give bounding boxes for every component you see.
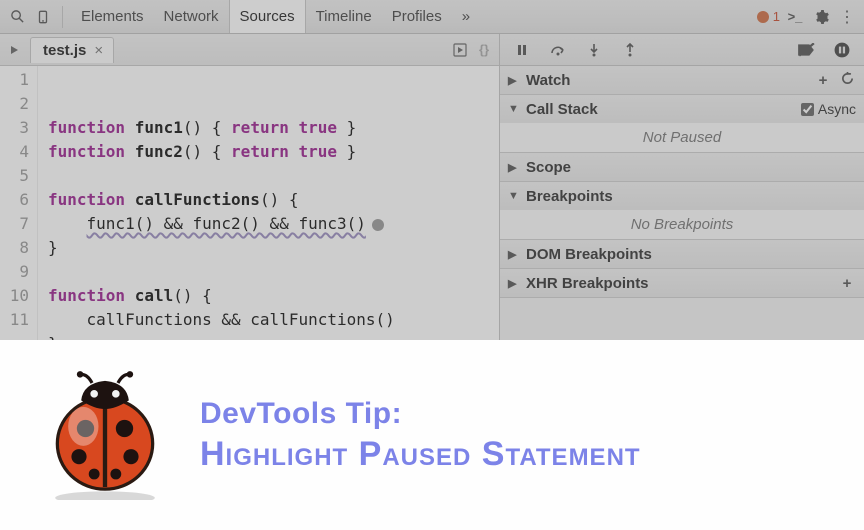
tab-profiles[interactable]: Profiles bbox=[382, 0, 452, 33]
xhr-breakpoints-header[interactable]: ▶ XHR Breakpoints + bbox=[500, 269, 864, 297]
disclosure-down-icon: ▼ bbox=[508, 103, 520, 115]
disclosure-right-icon: ▶ bbox=[508, 277, 520, 290]
watch-section: ▶ Watch + bbox=[500, 66, 864, 95]
callstack-header[interactable]: ▼ Call Stack Async bbox=[500, 95, 864, 123]
step-into-icon[interactable] bbox=[584, 40, 604, 60]
run-snippet-icon[interactable] bbox=[451, 41, 469, 59]
ladybug-icon bbox=[40, 370, 170, 500]
device-icon[interactable] bbox=[32, 6, 54, 28]
dom-breakpoints-section: ▶ DOM Breakpoints bbox=[500, 240, 864, 269]
disclosure-right-icon: ▶ bbox=[508, 161, 520, 174]
separator bbox=[62, 6, 63, 28]
banner-text: DevTools Tip: Highlight Paused Statement bbox=[200, 395, 641, 475]
code-editor[interactable]: 1234567891011 function func1() { return … bbox=[0, 66, 499, 340]
watch-title: Watch bbox=[526, 72, 570, 89]
tabs-overflow-button[interactable]: » bbox=[452, 0, 480, 33]
xhr-breakpoints-title: XHR Breakpoints bbox=[526, 275, 649, 292]
scope-title: Scope bbox=[526, 159, 571, 176]
debugger-pane: ▶ Watch + ▼ Call Stack Async bbox=[500, 34, 864, 340]
error-icon bbox=[757, 11, 769, 23]
scope-section: ▶ Scope bbox=[500, 153, 864, 182]
error-badge[interactable]: 1 bbox=[757, 9, 780, 24]
workspace: test.js × {} 1234567891011 function func… bbox=[0, 34, 864, 340]
banner-line1: DevTools Tip: bbox=[200, 395, 641, 433]
error-count: 1 bbox=[773, 9, 780, 24]
dom-breakpoints-header[interactable]: ▶ DOM Breakpoints bbox=[500, 240, 864, 268]
watch-header[interactable]: ▶ Watch + bbox=[500, 66, 864, 94]
dock-menu-icon[interactable]: ⋮ bbox=[836, 6, 858, 28]
callstack-body: Not Paused bbox=[500, 123, 864, 152]
add-watch-icon[interactable]: + bbox=[814, 72, 832, 89]
error-marker-icon bbox=[372, 219, 384, 231]
breakpoints-title: Breakpoints bbox=[526, 188, 613, 205]
file-tab-strip: test.js × {} bbox=[0, 34, 499, 66]
scope-header[interactable]: ▶ Scope bbox=[500, 153, 864, 181]
breakpoints-body: No Breakpoints bbox=[500, 210, 864, 239]
banner-line2: Highlight Paused Statement bbox=[200, 433, 641, 476]
async-checkbox[interactable] bbox=[801, 103, 814, 116]
tab-timeline[interactable]: Timeline bbox=[306, 0, 382, 33]
main-toolbar: Elements Network Sources Timeline Profil… bbox=[0, 0, 864, 34]
callstack-section: ▼ Call Stack Async Not Paused bbox=[500, 95, 864, 153]
disclosure-down-icon: ▼ bbox=[508, 190, 520, 202]
navigator-toggle-icon[interactable] bbox=[6, 41, 24, 59]
async-toggle[interactable]: Async bbox=[801, 101, 856, 117]
callstack-title: Call Stack bbox=[526, 101, 598, 118]
format-icon[interactable]: {} bbox=[475, 41, 493, 59]
file-tab-label: test.js bbox=[43, 42, 86, 59]
async-label: Async bbox=[818, 101, 856, 117]
deactivate-breakpoints-icon[interactable] bbox=[796, 40, 816, 60]
add-xhr-icon[interactable]: + bbox=[838, 275, 856, 292]
code-content: function func1() { return true } functio… bbox=[38, 66, 395, 340]
dom-breakpoints-title: DOM Breakpoints bbox=[526, 246, 652, 263]
tip-banner: DevTools Tip: Highlight Paused Statement bbox=[0, 340, 864, 530]
line-gutter: 1234567891011 bbox=[0, 66, 38, 340]
pause-on-exceptions-icon[interactable] bbox=[832, 40, 852, 60]
editor-pane: test.js × {} 1234567891011 function func… bbox=[0, 34, 500, 340]
step-over-icon[interactable] bbox=[548, 40, 568, 60]
main-tabs: Elements Network Sources Timeline Profil… bbox=[71, 0, 480, 33]
tab-sources[interactable]: Sources bbox=[229, 0, 306, 33]
file-tab[interactable]: test.js × bbox=[30, 37, 114, 63]
tab-network[interactable]: Network bbox=[154, 0, 229, 33]
breakpoints-header[interactable]: ▼ Breakpoints bbox=[500, 182, 864, 210]
disclosure-right-icon: ▶ bbox=[508, 248, 520, 261]
xhr-breakpoints-section: ▶ XHR Breakpoints + bbox=[500, 269, 864, 298]
tab-elements[interactable]: Elements bbox=[71, 0, 154, 33]
debugger-toolbar bbox=[500, 34, 864, 66]
disclosure-right-icon: ▶ bbox=[508, 74, 520, 87]
console-drawer-icon[interactable]: >_ bbox=[784, 6, 806, 28]
close-icon[interactable]: × bbox=[94, 42, 103, 59]
settings-gear-icon[interactable] bbox=[810, 6, 832, 28]
pause-icon[interactable] bbox=[512, 40, 532, 60]
search-icon[interactable] bbox=[6, 6, 28, 28]
step-out-icon[interactable] bbox=[620, 40, 640, 60]
devtools-window: Elements Network Sources Timeline Profil… bbox=[0, 0, 864, 340]
refresh-icon[interactable] bbox=[838, 72, 856, 89]
breakpoints-section: ▼ Breakpoints No Breakpoints bbox=[500, 182, 864, 240]
